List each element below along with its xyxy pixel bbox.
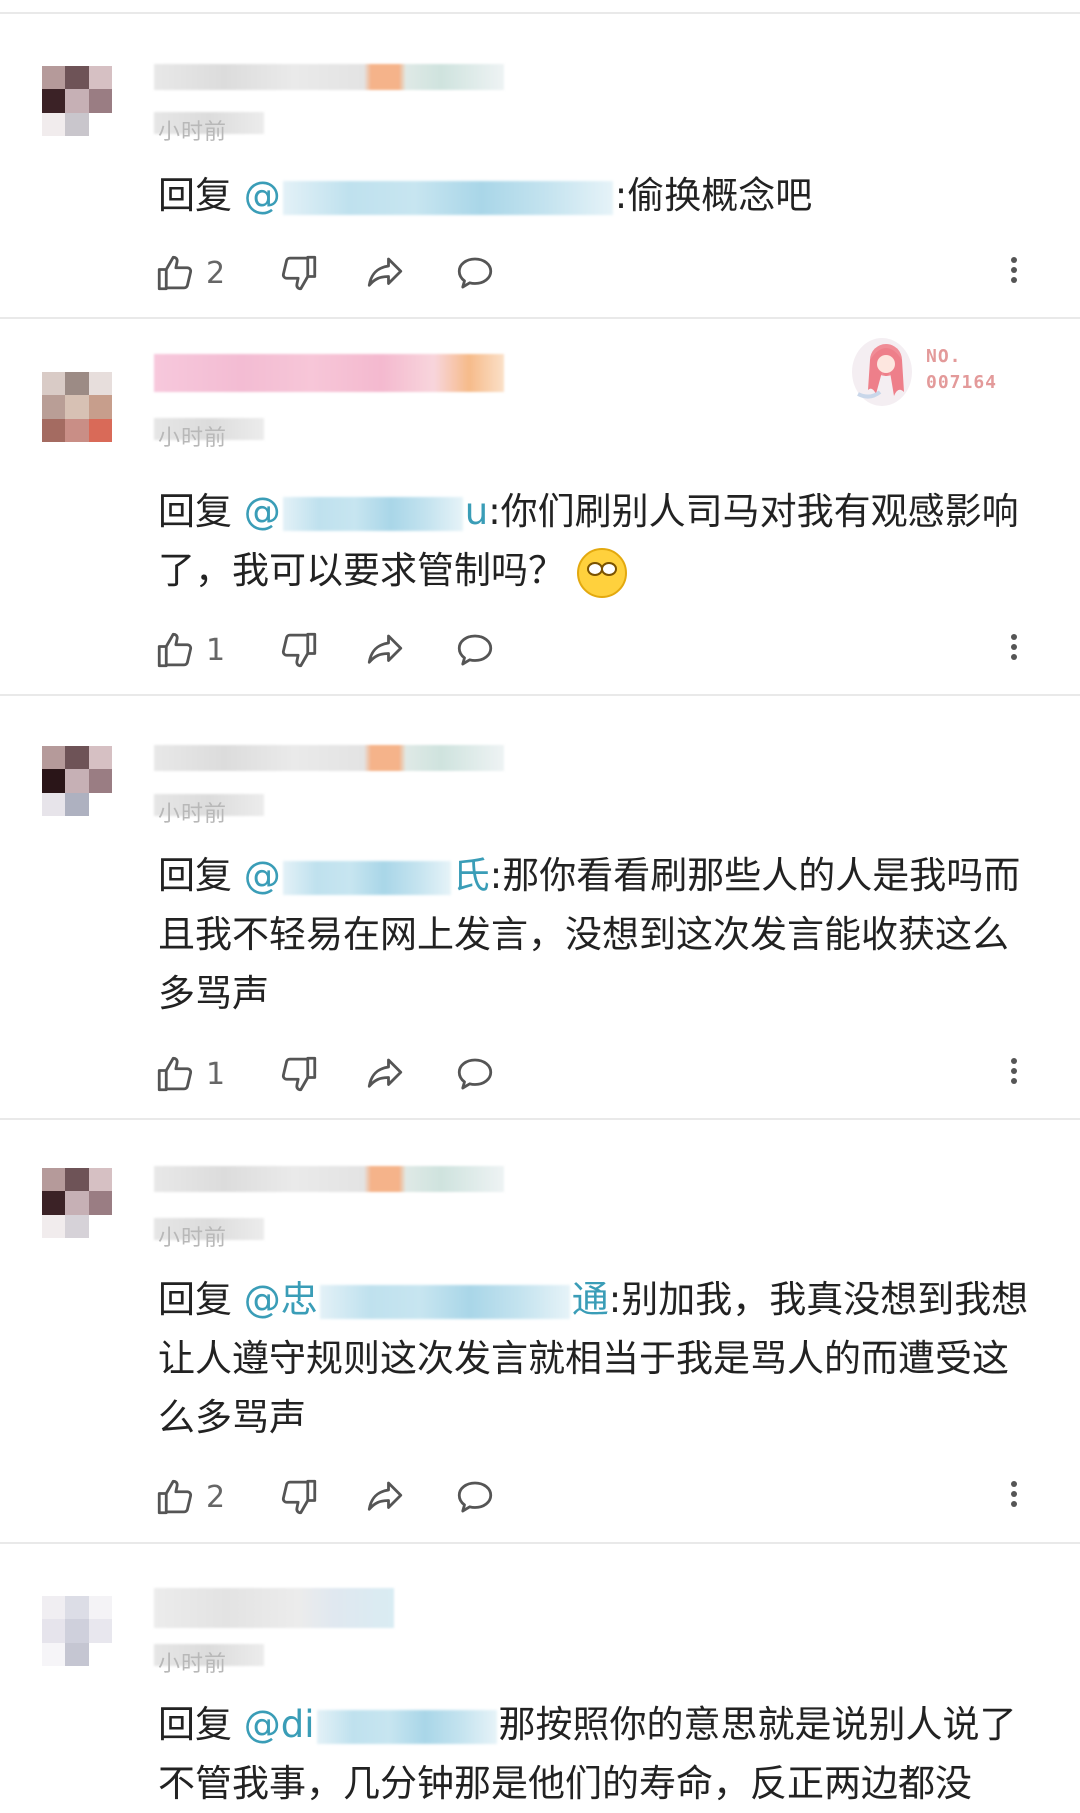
avatar[interactable] [42,1168,112,1238]
comment-actions: 1 [154,1050,1034,1098]
thumb-up-icon [157,1056,193,1092]
username-blurred[interactable] [154,1588,394,1628]
dislike-button[interactable] [278,1473,320,1521]
timestamp: 小时前 [158,120,228,145]
more-options-button[interactable] [1004,630,1024,670]
speech-bubble-icon [457,257,493,289]
comment-body: 回复 @ u:你们刷别人司马对我有观感影响了，我可以要求管制吗？ [158,482,1040,600]
comment-actions: 2 [154,249,1034,297]
comment-body: 回复 @:偷换概念吧 [158,166,1040,225]
comment-body: 回复 @ 氏:那你看看刷那些人的人是我吗而且我不轻易在网上发言，没想到这次发言能收… [158,846,1040,1023]
mention[interactable]: @忠通 [244,1278,609,1321]
thumb-down-icon [281,632,317,668]
more-options-button[interactable] [1004,1477,1024,1517]
divider [0,1118,1080,1120]
mention[interactable]: @di [244,1703,499,1746]
dislike-button[interactable] [278,626,320,674]
divider [0,12,1080,14]
like-button[interactable]: 1 [154,626,225,674]
share-button[interactable] [364,1473,406,1521]
thumb-down-icon [281,1479,317,1515]
reply-button[interactable] [454,1473,496,1521]
share-arrow-icon [367,1058,403,1088]
like-count: 2 [206,255,226,291]
reply-button[interactable] [454,1050,496,1098]
comment-actions: 2 [154,1473,1034,1521]
speech-bubble-icon [457,1481,493,1513]
like-count: 1 [206,1056,226,1092]
reply-button[interactable] [454,626,496,674]
share-arrow-icon [367,634,403,664]
divider [0,694,1080,696]
username-blurred[interactable] [154,745,504,771]
reply-label: 回复 [158,490,244,533]
divider [0,317,1080,319]
timestamp: 小时前 [158,1226,228,1251]
divider [0,1542,1080,1544]
like-button[interactable]: 1 [154,1050,225,1098]
mention[interactable]: @ 氏 [244,854,490,897]
comment-body: 回复 @di 那按照你的意思就是说别人说了不管我事，几分钟那是他们的寿命，反正两边… [158,1695,1040,1813]
comment-actions: 1 [154,626,1034,674]
timestamp: 小时前 [158,1652,228,1677]
thumb-down-icon [281,1056,317,1092]
share-button[interactable] [364,249,406,297]
reply-label: 回复 [158,1703,244,1746]
timestamp: 小时前 [158,426,228,451]
user-badge: NO. 007164 [840,330,1020,410]
badge-number: NO. 007164 [926,346,998,393]
like-button[interactable]: 2 [154,1473,225,1521]
avatar[interactable] [42,372,112,442]
share-arrow-icon [367,1481,403,1511]
reply-button[interactable] [454,249,496,297]
thumb-down-icon [281,255,317,291]
speech-bubble-icon [457,1058,493,1090]
share-button[interactable] [364,1050,406,1098]
comment-body: 回复 @忠 通:别加我，我真没想到我想让人遵守规则这次发言就相当于我是骂人的而遭受… [158,1270,1040,1447]
reply-label: 回复 [158,1278,244,1321]
username-blurred[interactable] [154,354,504,392]
share-arrow-icon [367,257,403,287]
thumb-up-icon [157,1479,193,1515]
dislike-button[interactable] [278,249,320,297]
anime-avatar-icon [852,338,912,406]
avatar[interactable] [42,746,112,816]
reply-label: 回复 [158,854,244,897]
speech-bubble-icon [457,634,493,666]
thumb-up-icon [157,255,193,291]
like-count: 1 [206,632,226,668]
avatar[interactable] [42,66,112,136]
like-button[interactable]: 2 [154,249,225,297]
mention[interactable]: @ u [244,490,488,533]
dizzy-face-emoji-icon [577,547,627,598]
more-options-button[interactable] [1004,253,1024,293]
dislike-button[interactable] [278,1050,320,1098]
share-button[interactable] [364,626,406,674]
like-count: 2 [206,1479,226,1515]
avatar[interactable] [42,1596,112,1666]
comment-text: :偷换概念吧 [614,174,813,217]
thumb-up-icon [157,632,193,668]
mention[interactable]: @ [244,174,615,217]
reply-label: 回复 [158,174,244,217]
username-blurred[interactable] [154,64,504,90]
timestamp: 小时前 [158,802,228,827]
username-blurred[interactable] [154,1166,504,1192]
more-options-button[interactable] [1004,1054,1024,1094]
